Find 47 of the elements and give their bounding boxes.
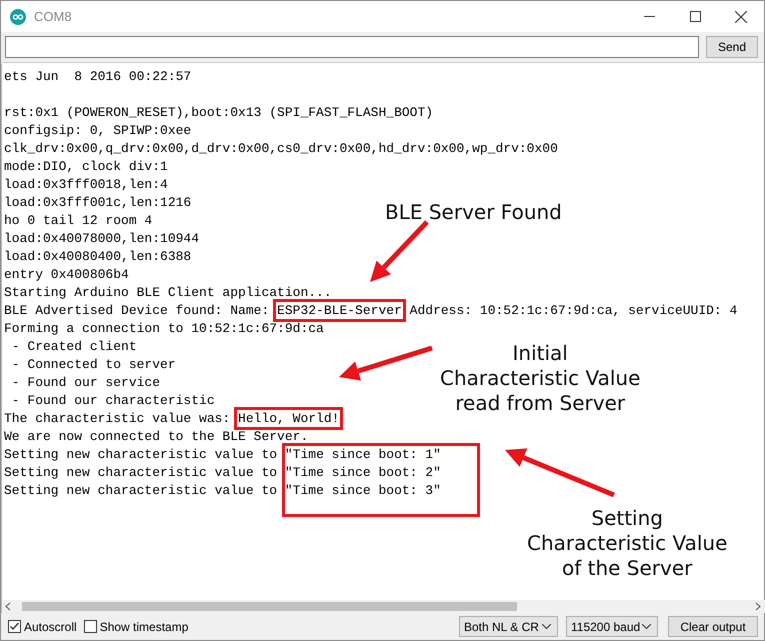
output-line: Starting Arduino BLE Client application...: [4, 285, 332, 300]
output-line: Address: 10:52:1c:67:9d:ca, serviceUUID: 4: [408, 303, 738, 318]
output-line: BLE Advertised Device found: Name:: [4, 303, 270, 318]
highlighted-output-text: "Time since boot: 3": [282, 482, 480, 517]
chevron-down-icon: [542, 624, 551, 629]
highlighted-output-text: "Time since boot: 1": [282, 443, 480, 464]
output-line: Forming a connection to 10:52:1c:67:9d:ca: [4, 321, 324, 336]
output-line: ets Jun 8 2016 00:22:57: [4, 69, 192, 84]
output-line: Setting new characteristic value to: [4, 447, 278, 462]
minimize-icon[interactable]: [644, 16, 654, 17]
checkbox-label: Autoscroll: [24, 620, 77, 634]
output-line: load:0x40078000,len:10944: [4, 231, 200, 246]
output-line: configsip: 0, SPIWP:0xee: [4, 123, 192, 138]
output-line: mode:DIO, clock div:1: [4, 159, 168, 174]
output-line: We are now connected to the BLE Server.: [4, 429, 308, 444]
output-line: The characteristic value was:: [4, 411, 232, 426]
output-line: - Created client: [10, 339, 137, 354]
output-line: - Connected to server: [10, 357, 176, 372]
checkbox[interactable]: [84, 620, 97, 633]
output-line: ho 0 tail 12 room 4: [4, 213, 152, 228]
message-input-field[interactable]: [5, 36, 699, 58]
maximize-icon[interactable]: [690, 11, 700, 22]
output-line: clk_drv:0x00,q_drv:0x00,d_drv:0x00,cs0_drv:0x00,hd_drv:0x00,wp_drv:0x00: [4, 141, 558, 156]
checkbox-label: Show timestamp: [100, 620, 188, 634]
output-line: Setting new characteristic value to: [4, 465, 278, 480]
app-logo-icon: [10, 8, 26, 24]
output-line: Setting new characteristic value to: [4, 483, 278, 498]
close-icon[interactable]: [735, 10, 747, 22]
output-line: load:0x3fff0018,len:4: [4, 177, 168, 192]
send-button[interactable]: Send: [706, 36, 758, 58]
output-line: load:0x3fff001c,len:1216: [4, 195, 192, 210]
arrow: [370, 220, 429, 282]
baud-rate-dropdown[interactable]: 115200 baud: [566, 616, 658, 637]
output-line: entry 0x400806b4: [4, 267, 129, 282]
checkbox[interactable]: [8, 620, 21, 633]
highlighted-output-text: "Time since boot: 2": [282, 464, 480, 482]
clear-output-button[interactable]: Clear output: [668, 616, 758, 637]
window-title: COM8: [34, 9, 72, 24]
output-line: - Found our characteristic: [10, 393, 215, 408]
annotation-label: Setting Characteristic Value of the Server: [527, 506, 728, 581]
output-line: - Found our service: [10, 375, 160, 390]
annotation-label: Initial Characteristic Value read from Server: [440, 341, 640, 416]
line-ending-dropdown[interactable]: Both NL & CR: [459, 616, 558, 637]
annotation-label: BLE Server Found: [385, 200, 562, 225]
output-line: rst:0x1 (POWERON_RESET),boot:0x13 (SPI_FAST_FLASH_BOOT): [4, 105, 434, 120]
output-line: load:0x40080400,len:6388: [4, 249, 192, 264]
chevron-down-icon: [642, 624, 651, 629]
